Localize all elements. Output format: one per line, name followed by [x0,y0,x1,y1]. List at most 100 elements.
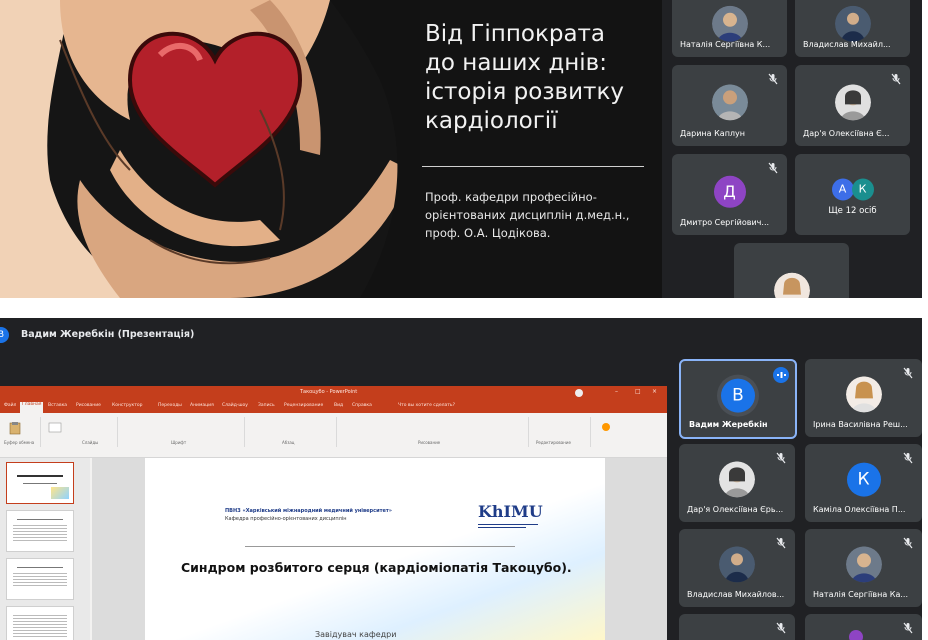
ribbon-group: Редактирование [530,417,591,447]
mic-off-icon [903,452,913,464]
slide-divider [245,546,515,547]
participant-name: Ірина Василівна Реш... [813,420,908,429]
participant-name: Дмитро Сергійович... [680,218,770,227]
tell-me-search[interactable]: Что вы хотите сделать? [398,403,455,408]
participant-tile[interactable]: Ірина Василівна Реш... [805,359,922,437]
slide-background-gradient [145,458,605,640]
tab-view[interactable]: Вид [334,403,343,408]
ribbon-group-label: Рисование [418,440,441,445]
mic-off-icon [776,452,786,464]
avatar-letter: Д [713,175,746,208]
participant-avatar [845,546,882,583]
account-avatar-icon[interactable] [575,389,583,397]
tab-design[interactable]: Конструктор [112,403,142,408]
presenter-label: Вадим Жеребкін (Презентація) [21,329,195,340]
department-name: Кафедра професійно-орієнтованих дисциплі… [225,516,347,522]
powerpoint-titlebar: Такоцубо - PowerPoint – □ × [0,386,667,400]
participant-tile-speaking[interactable]: В Вадим Жеребкін [679,359,797,439]
slide-subtitle-line: Проф. кафедри професійно- [425,190,597,204]
participant-tile[interactable]: Дар'я Олексіївна Є... [795,65,910,146]
slide-subtitle: Проф. кафедри професійно- орієнтованих д… [425,188,660,242]
tab-home[interactable]: Главная [20,402,44,413]
designer-icon[interactable] [600,421,612,433]
mic-off-icon [903,367,913,379]
slide-subtitle-line: орієнтованих дисциплін д.мед.н., [425,208,630,222]
participant-name: Дарина Каплун [680,129,745,138]
more-participants-tile[interactable]: А К Ще 12 осіб [795,154,910,235]
ribbon: Буфер обмена Слайды Шрифт Абзац Рисовани… [0,413,667,458]
ribbon-group: Рисование [338,417,529,447]
speaking-indicator-icon [773,367,789,383]
ribbon-group-label: Абзац [282,440,295,445]
university-name: ПВНЗ «Харківський міжнародний медичний у… [225,508,393,514]
khimu-logo: KhIMU [478,502,543,521]
tab-insert[interactable]: Вставка [48,403,67,408]
maximize-icon[interactable]: □ [635,388,641,395]
tab-record[interactable]: Запись [258,403,275,408]
tab-help[interactable]: Справка [352,403,372,408]
mic-off-icon [768,73,778,85]
mic-off-icon [776,622,786,634]
participant-avatar [834,5,871,42]
tab-transitions[interactable]: Переходы [158,403,182,408]
presentation-slide-2: ПВНЗ «Харківський міжнародний медичний у… [145,458,605,640]
mic-off-icon [768,162,778,174]
presenter-bar: В Вадим Жеребкін (Презентація) [0,318,922,352]
participant-tile[interactable]: Дар'я Олексіївна Єрь... [679,444,795,522]
tab-draw[interactable]: Рисование [76,403,101,408]
participant-avatar [719,461,755,498]
mic-off-icon [891,73,901,85]
avatar-letter: В [721,378,755,413]
slide-thumbnail[interactable] [6,510,74,552]
participant-tile[interactable]: К Каміла Олексіївна П... [805,444,922,522]
participant-name: Каміла Олексіївна П... [813,505,906,514]
participant-name: Вадим Жеребкін [689,420,768,429]
slide-thumbnail[interactable] [6,606,74,640]
participant-name: Дар'я Олексіївна Є... [803,129,890,138]
tab-review[interactable]: Рецензирование [284,403,323,408]
presentation-slide-1: Від Гіппократа до наших днів: історія ро… [0,0,662,298]
participant-tile[interactable]: Наталія Сергіївна Ка... [805,529,922,607]
participant-avatar [773,272,810,298]
participant-tile[interactable]: Наталія Сергіївна К... [672,0,787,57]
participant-avatar [719,546,755,583]
participant-group-avatars: А К [831,178,874,200]
ribbon-group-label: Шрифт [171,440,187,445]
slide-thumbnail[interactable] [6,462,74,504]
participant-tile[interactable]: Д Дмитро Сергійович... [672,154,787,235]
participant-name: Дар'я Олексіївна Єрь... [687,505,784,514]
participant-name: Наталія Сергіївна К... [680,40,771,49]
participant-tile[interactable] [679,614,795,640]
avatar-partial [849,630,863,640]
participant-avatar [845,376,882,413]
slide-title: Від Гіппократа до наших днів: історія ро… [425,20,655,136]
tab-slideshow[interactable]: Слайд-шоу [222,403,248,408]
participant-tile[interactable]: Владислав Михайлов... [679,529,795,607]
participant-tile[interactable] [734,243,849,298]
participant-name: Наталія Сергіївна Ка... [813,590,909,599]
tab-file[interactable]: Файл [4,403,16,408]
slide-title-line: до наших днів: [425,50,607,76]
tab-animations[interactable]: Анимация [190,403,214,408]
participant-name: Владислав Михайл... [803,40,891,49]
ribbon-group-label: Слайды [82,440,99,445]
participant-tile[interactable]: Дарина Каплун [672,65,787,146]
slide-divider [422,166,644,167]
slide-thumbnail[interactable] [6,558,74,600]
participant-avatar [711,5,748,42]
minimize-icon[interactable]: – [615,388,618,395]
ribbon-group: Шрифт [119,417,245,447]
slide-footer-text: Завідувач кафедри [315,630,397,639]
slide-title-line: історія розвитку [425,79,624,105]
slide-title: Синдром розбитого серця (кардіоміопатія … [181,560,572,575]
close-icon[interactable]: × [652,388,657,395]
participant-avatar: К [846,462,881,497]
participant-tile[interactable] [805,614,922,640]
mic-off-icon [903,622,913,634]
slide-title-line: кардіології [425,108,558,134]
ribbon-tabs: Файл Главная Вставка Рисование Конструкт… [0,400,667,413]
participant-tile[interactable]: Владислав Михайл... [795,0,910,57]
presenter-avatar: В [0,327,9,343]
new-slide-icon[interactable] [48,421,62,435]
paste-icon[interactable] [8,421,22,435]
